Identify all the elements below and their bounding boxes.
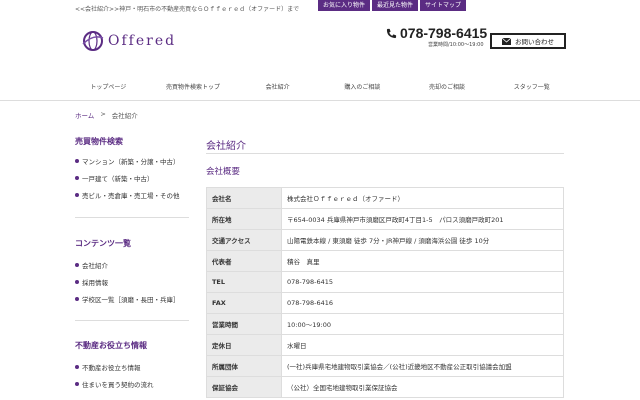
- site-tagline: <<会社紹介>>神戸・明石市の不動産売買ならＯｆｆｅｒｅｄ（オファード）まで: [75, 6, 300, 13]
- table-row: 営業時間 10:00〜19:00: [206, 313, 564, 335]
- breadcrumb: ホーム > 会社紹介: [75, 110, 138, 120]
- sidebar-item-label: 会社紹介: [82, 261, 108, 270]
- sidebar-heading-search: 売買物件検索: [75, 137, 123, 146]
- table-row: 会社名 株式会社Ｏｆｆｅｒｅｄ（オファード）: [206, 187, 564, 209]
- sidebar-item-info[interactable]: 不動産お役立ち情報: [75, 358, 189, 375]
- sidebar-item-flow[interactable]: 住まいを買う契約の流れ: [75, 375, 189, 392]
- top-tabs: お気に入り物件 最近見た物件 サイトマップ: [318, 0, 467, 11]
- sidebar-item-building[interactable]: 売ビル・売倉庫・売工場・その他: [75, 186, 189, 203]
- table-row: 所在地 〒654-0034 兵庫県神戸市須磨区戸政町4丁目1-5 パロス須磨戸政町…: [206, 208, 564, 230]
- sidebar-divider: [75, 320, 189, 321]
- row-value: 10:00〜19:00: [281, 313, 564, 335]
- sidebar-item-recruit[interactable]: 採用情報: [75, 273, 189, 290]
- globe-logo-icon: [82, 31, 104, 51]
- page-title: 会社紹介: [206, 141, 246, 152]
- title-divider: [206, 153, 564, 154]
- bullet-icon: [75, 364, 79, 369]
- sidebar-divider: [75, 217, 189, 218]
- row-key: 定休日: [206, 334, 282, 356]
- table-row: 代表者 積谷 真里: [206, 250, 564, 272]
- sidebar-item-label: 学校区一覧［須磨・長田・兵庫］: [82, 295, 180, 304]
- nav-purchase[interactable]: 購入のご相談: [320, 75, 405, 101]
- sidebar-heading-info: 不動産お役立ち情報: [75, 341, 147, 350]
- bullet-icon: [75, 175, 79, 180]
- bullet-icon: [75, 262, 79, 267]
- row-key: 所在地: [206, 208, 282, 230]
- row-key: 所属団体: [206, 355, 282, 377]
- nav-sale[interactable]: 売却のご相談: [405, 75, 490, 101]
- bullet-icon: [75, 381, 79, 386]
- nav-divider: [0, 100, 640, 101]
- site-logo[interactable]: Offered: [82, 30, 176, 52]
- breadcrumb-home[interactable]: ホーム: [75, 110, 94, 120]
- breadcrumb-current: 会社紹介: [111, 112, 138, 120]
- row-value: 〒654-0034 兵庫県神戸市須磨区戸政町4丁目1-5 パロス須磨戸政町201: [281, 208, 564, 230]
- nav-property-search[interactable]: 売買物件検索トップ: [151, 75, 236, 101]
- phone-block[interactable]: 078-798-6415: [386, 25, 487, 41]
- row-value: 積谷 真里: [281, 250, 564, 272]
- phone-number: 078-798-6415: [400, 25, 488, 41]
- nav-company[interactable]: 会社紹介: [235, 75, 320, 101]
- sidebar-search-list: マンション（新築・分譲・中古） 一戸建て（新築・中古） 売ビル・売倉庫・売工場・…: [75, 152, 189, 203]
- sidebar-item-school[interactable]: 学校区一覧［須磨・長田・兵庫］: [75, 290, 189, 307]
- bullet-icon: [75, 279, 79, 284]
- bullet-icon: [75, 158, 79, 163]
- table-row: 保証協会 （公社）全国宅地建物取引業保証協会: [206, 376, 564, 398]
- row-key: 会社名: [206, 187, 282, 209]
- sidebar-item-label: 住まいを買う契約の流れ: [82, 380, 154, 389]
- table-row: 定休日 水曜日: [206, 334, 564, 356]
- sidebar-info-list: 不動産お役立ち情報 住まいを買う契約の流れ: [75, 358, 189, 392]
- row-key: FAX: [206, 292, 282, 314]
- mail-icon: [502, 37, 511, 45]
- sidebar-item-mansion[interactable]: マンション（新築・分譲・中古）: [75, 152, 189, 169]
- global-nav: トップページ 売買物件検索トップ 会社紹介 購入のご相談 売却のご相談 スタッフ…: [66, 75, 574, 101]
- sidebar-contents-list: 会社紹介 採用情報 学校区一覧［須磨・長田・兵庫］: [75, 256, 189, 307]
- row-value: 株式会社Ｏｆｆｅｒｅｄ（オファード）: [281, 187, 564, 209]
- sidebar-item-label: 採用情報: [82, 278, 108, 287]
- bullet-icon: [75, 192, 79, 197]
- row-value: 水曜日: [281, 334, 564, 356]
- tab-recently-viewed[interactable]: 最近見た物件: [372, 0, 419, 11]
- contact-button[interactable]: お問い合わせ: [490, 33, 566, 49]
- sidebar-item-label: マンション（新築・分譲・中古）: [82, 157, 180, 166]
- phone-icon: [386, 28, 397, 38]
- nav-top[interactable]: トップページ: [66, 75, 151, 101]
- row-value: 078-798-6416: [281, 292, 564, 314]
- section-title: 会社概要: [206, 167, 241, 177]
- company-info-table: 会社名 株式会社Ｏｆｆｅｒｅｄ（オファード） 所在地 〒654-0034 兵庫県神戸…: [206, 187, 564, 398]
- row-value: 山陽電鉄本線 / 東須磨 徒歩 7分・JR神戸線 / 須磨海浜公園 徒歩 10分: [281, 229, 564, 251]
- sidebar-item-label: 売ビル・売倉庫・売工場・その他: [82, 191, 180, 200]
- table-row: 交通アクセス 山陽電鉄本線 / 東須磨 徒歩 7分・JR神戸線 / 須磨海浜公園 …: [206, 229, 564, 251]
- row-value: 078-798-6415: [281, 271, 564, 293]
- table-row: FAX 078-798-6416: [206, 292, 564, 314]
- sidebar-item-label: 一戸建て（新築・中古）: [82, 174, 154, 183]
- sidebar-item-label: 不動産お役立ち情報: [82, 363, 141, 372]
- row-key: TEL: [206, 271, 282, 293]
- row-value: (一社)兵庫県宅地建物取引業協会／(公社)近畿地区不動産公正取引協議会加盟: [281, 355, 564, 377]
- bullet-icon: [75, 296, 79, 301]
- row-key: 営業時間: [206, 313, 282, 335]
- contact-label: お問い合わせ: [515, 38, 554, 46]
- sidebar-item-house[interactable]: 一戸建て（新築・中古）: [75, 169, 189, 186]
- breadcrumb-separator: >: [100, 110, 106, 118]
- business-hours: 営業時間/10:00〜19:00: [428, 42, 484, 48]
- tab-sitemap[interactable]: サイトマップ: [420, 0, 467, 11]
- table-row: 所属団体 (一社)兵庫県宅地建物取引業協会／(公社)近畿地区不動産公正取引協議会加…: [206, 355, 564, 377]
- row-key: 保証協会: [206, 376, 282, 398]
- sidebar-item-company[interactable]: 会社紹介: [75, 256, 189, 273]
- tab-favorites[interactable]: お気に入り物件: [318, 0, 371, 11]
- row-value: （公社）全国宅地建物取引業保証協会: [281, 376, 564, 398]
- row-key: 代表者: [206, 250, 282, 272]
- nav-staff[interactable]: スタッフ一覧: [489, 75, 574, 101]
- table-row: TEL 078-798-6415: [206, 271, 564, 293]
- logo-text: Offered: [108, 33, 177, 49]
- sidebar-heading-contents: コンテンツ一覧: [75, 239, 131, 248]
- row-key: 交通アクセス: [206, 229, 282, 251]
